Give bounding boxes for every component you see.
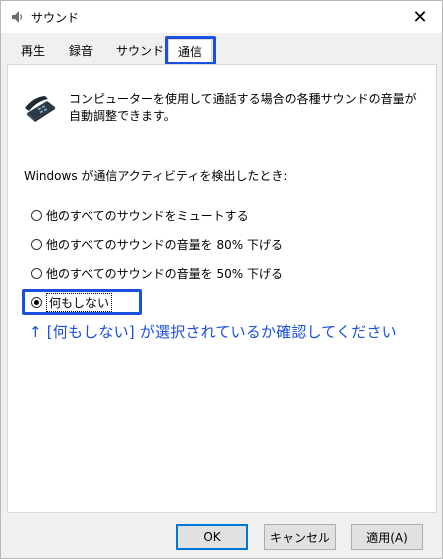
radio-reduce-80[interactable] — [31, 238, 42, 250]
title-bar: サウンド ✕ — [1, 1, 442, 33]
window-title: サウンド — [31, 11, 80, 25]
option-reduce-80[interactable]: 他のすべてのサウンドの音量を 80% 下げる — [31, 235, 283, 253]
option-label: 他のすべてのサウンドをミュートする — [46, 208, 249, 223]
radio-reduce-50[interactable] — [31, 267, 42, 279]
tab-communications[interactable]: 通信 — [168, 39, 212, 66]
cancel-button[interactable]: キャンセル — [264, 524, 336, 550]
telephone-icon — [25, 96, 55, 122]
tab-recording[interactable]: 録音 — [59, 39, 103, 65]
option-mute-all[interactable]: 他のすべてのサウンドをミュートする — [31, 206, 249, 224]
close-button[interactable]: ✕ — [398, 1, 442, 33]
tab-sounds[interactable]: サウンド — [111, 39, 169, 65]
option-do-nothing[interactable]: 何もしない — [31, 292, 113, 312]
option-reduce-50[interactable]: 他のすべてのサウンドの音量を 50% 下げる — [31, 264, 283, 282]
communications-panel — [7, 64, 437, 513]
close-icon: ✕ — [412, 6, 428, 28]
ok-button[interactable]: OK — [176, 524, 248, 550]
option-label: 他のすべてのサウンドの音量を 50% 下げる — [46, 266, 283, 281]
apply-button[interactable]: 適用(A) — [351, 524, 423, 550]
tab-playback[interactable]: 再生 — [13, 39, 53, 65]
instruction-annotation: ↑ [何もしない] が選択されているか確認してください — [29, 323, 397, 341]
activity-question: Windows が通信アクティビティを検出したとき: — [24, 169, 288, 183]
sound-dialog: サウンド ✕ 再生 録音 サウンド 通信 コンピューターを使用して通話する場合の… — [0, 0, 443, 559]
description-text: コンピューターを使用して通話する場合の各種サウンドの音量が自動調整できます。 — [69, 92, 417, 123]
option-label: 何もしない — [46, 292, 113, 312]
radio-do-nothing[interactable] — [31, 296, 42, 308]
radio-mute-all[interactable] — [31, 209, 42, 221]
speaker-app-icon — [12, 11, 23, 23]
option-label: 他のすべてのサウンドの音量を 80% 下げる — [46, 237, 283, 252]
